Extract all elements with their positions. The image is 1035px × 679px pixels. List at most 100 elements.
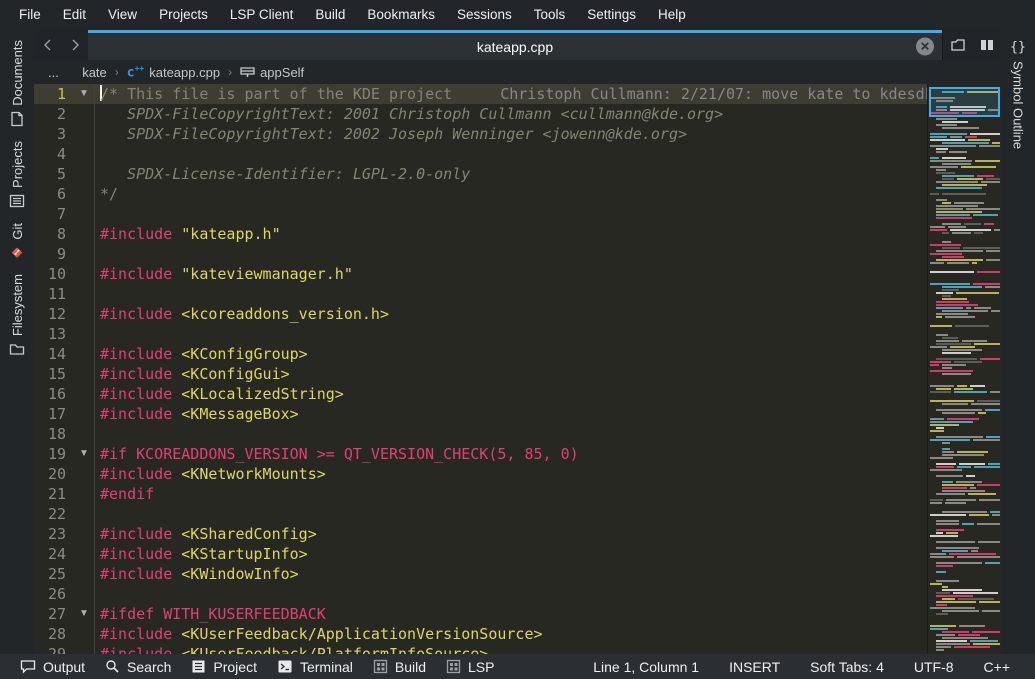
token-pre: #include [100, 525, 181, 543]
output-message-icon [20, 659, 36, 674]
sidebar-item-label: Documents [10, 40, 25, 106]
menu-sessions[interactable]: Sessions [446, 0, 523, 30]
code-line-1[interactable]: 1▼/* This file is part of the KDE projec… [34, 84, 927, 104]
code-line-21[interactable]: 21#endif [34, 484, 927, 504]
code-line-25[interactable]: 25#include <KWindowInfo> [34, 564, 927, 584]
breadcrumb-item-file[interactable]: kateapp.cpp [149, 65, 220, 80]
editor[interactable]: 1▼/* This file is part of the KDE projec… [34, 84, 1001, 654]
split-view-button[interactable] [972, 30, 1001, 60]
sidebar-item-git[interactable]: Git [9, 223, 25, 261]
menu-settings[interactable]: Settings [576, 0, 647, 30]
code-line-26[interactable]: 26 [34, 584, 927, 604]
code-line-28[interactable]: 28#include <KUserFeedback/ApplicationVer… [34, 624, 927, 644]
code-line-29[interactable]: 29#include <KUserFeedback/PlatformInfoSo… [34, 644, 927, 654]
menu-edit[interactable]: Edit [52, 0, 97, 30]
statusbar-encoding[interactable]: UTF-8 [899, 659, 969, 675]
fold-arrow-icon[interactable]: ▼ [74, 444, 94, 464]
line-number: 13 [34, 324, 74, 344]
sidebar-item-filesystem[interactable]: Filesystem [9, 274, 25, 357]
menu-build[interactable]: Build [304, 0, 356, 30]
code-line-5[interactable]: 5 SPDX-License-Identifier: LGPL-2.0-only [34, 164, 927, 184]
line-number: 1 [34, 84, 74, 104]
cpp-file-icon: c++ [127, 64, 144, 80]
code-line-27[interactable]: 27▼#ifdef WITH_KUSERFEEDBACK [34, 604, 927, 624]
code-line-9[interactable]: 9 [34, 244, 927, 264]
code-line-13[interactable]: 13 [34, 324, 927, 344]
token-str: <KSharedConfig> [181, 525, 316, 543]
menu-tools[interactable]: Tools [523, 0, 577, 30]
statusbar-file-type[interactable]: C++ [969, 659, 1025, 675]
menu-file[interactable]: File [8, 0, 52, 30]
menu-view[interactable]: View [97, 0, 148, 30]
left-dock-strip: Documents Projects Git Filesystem [0, 30, 34, 654]
code-line-3[interactable]: 3 SPDX-FileCopyrightText: 2002 Joseph We… [34, 124, 927, 144]
minimap-scrollbar[interactable] [927, 84, 1001, 654]
code-line-24[interactable]: 24#include <KStartupInfo> [34, 544, 927, 564]
line-number: 23 [34, 524, 74, 544]
forward-button[interactable] [61, 30, 88, 60]
code-line-20[interactable]: 20#include <KNetworkMounts> [34, 464, 927, 484]
code-line-4[interactable]: 4 [34, 144, 927, 164]
breadcrumb-item-symbol[interactable]: appSelf [260, 65, 304, 80]
chevron-right-icon [68, 38, 82, 52]
braces-icon: {} [1010, 40, 1026, 55]
new-document-button[interactable] [943, 30, 972, 60]
breadcrumb-ellipsis[interactable]: ... [48, 65, 63, 80]
code-text: #include <KSharedConfig> [94, 524, 927, 544]
menu-lsp-client[interactable]: LSP Client [219, 0, 305, 30]
statusbar-button-build[interactable]: Build [363, 659, 436, 675]
token-str: <KNetworkMounts> [181, 465, 326, 483]
token-str: <KUserFeedback/ApplicationVersionSource> [181, 625, 542, 643]
code-line-11[interactable]: 11 [34, 284, 927, 304]
sidebar-item-label: Git [10, 223, 25, 240]
code-line-16[interactable]: 16#include <KLocalizedString> [34, 384, 927, 404]
code-text: #include <kcoreaddons_version.h> [94, 304, 927, 324]
breadcrumb-item-kate[interactable]: kate [82, 65, 107, 80]
code-line-15[interactable]: 15#include <KConfigGui> [34, 364, 927, 384]
sidebar-item-symbol-outline[interactable]: Symbol Outline [1011, 61, 1026, 149]
statusbar-button-lsp[interactable]: LSP [436, 659, 504, 675]
code-line-14[interactable]: 14#include <KConfigGroup> [34, 344, 927, 364]
code-line-17[interactable]: 17#include <KMessageBox> [34, 404, 927, 424]
fold-column [74, 324, 94, 344]
code-text: #include <KUserFeedback/ApplicationVersi… [94, 624, 927, 644]
code-line-22[interactable]: 22 [34, 504, 927, 524]
fold-arrow-icon[interactable]: ▼ [74, 604, 94, 624]
statusbar-button-terminal[interactable]: Terminal [267, 659, 363, 675]
token-comment-i: SPDX-License-Identifier: LGPL-2.0-only [100, 165, 470, 183]
code-line-12[interactable]: 12#include <kcoreaddons_version.h> [34, 304, 927, 324]
code-line-8[interactable]: 8#include "kateapp.h" [34, 224, 927, 244]
menu-help[interactable]: Help [647, 0, 697, 30]
code-line-6[interactable]: 6*/ [34, 184, 927, 204]
code-area[interactable]: 1▼/* This file is part of the KDE projec… [34, 84, 927, 654]
breadcrumb-separator [63, 65, 82, 79]
code-line-19[interactable]: 19▼#if KCOREADDONS_VERSION >= QT_VERSION… [34, 444, 927, 464]
fold-arrow-icon[interactable]: ▼ [74, 84, 94, 104]
statusbar-insert-mode[interactable]: INSERT [714, 659, 795, 675]
code-line-7[interactable]: 7 [34, 204, 927, 224]
token-pre: #include [100, 625, 181, 643]
statusbar-button-output[interactable]: Output [10, 659, 95, 675]
tab-close-button[interactable]: ✕ [916, 37, 934, 55]
statusbar-cursor-position[interactable]: Line 1, Column 1 [578, 659, 714, 675]
statusbar-button-project[interactable]: Project [181, 659, 267, 675]
menu-bookmarks[interactable]: Bookmarks [356, 0, 446, 30]
statusbar-button-search[interactable]: Search [95, 659, 181, 675]
fold-column [74, 304, 94, 324]
code-line-18[interactable]: 18 [34, 424, 927, 444]
code-line-2[interactable]: 2 SPDX-FileCopyrightText: 2001 Christoph… [34, 104, 927, 124]
fold-column [74, 504, 94, 524]
code-line-23[interactable]: 23 #include <KSharedConfig> [34, 524, 927, 544]
minimap-content [928, 84, 1001, 654]
fold-column [74, 344, 94, 364]
code-line-10[interactable]: 10#include "kateviewmanager.h" [34, 264, 927, 284]
statusbar-tab-settings[interactable]: Soft Tabs: 4 [795, 659, 899, 675]
sidebar-item-projects[interactable]: Projects [9, 141, 25, 209]
menu-projects[interactable]: Projects [148, 0, 219, 30]
status-bar: OutputSearchProjectTerminalBuildLSP Line… [0, 654, 1035, 679]
line-number: 19 [34, 444, 74, 464]
sidebar-item-documents[interactable]: Documents [9, 40, 25, 127]
tab-kateapp-cpp[interactable]: kateapp.cpp ✕ [88, 30, 942, 60]
minimap-viewport[interactable] [929, 87, 1000, 117]
back-button[interactable] [34, 30, 61, 60]
